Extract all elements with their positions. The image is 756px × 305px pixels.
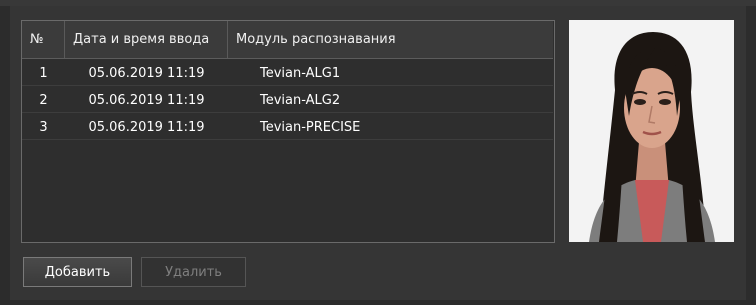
row-number: 1	[39, 66, 48, 81]
row-number: 2	[39, 93, 48, 108]
column-header-module[interactable]: Модуль распознавания	[228, 21, 554, 58]
column-header-datetime[interactable]: Дата и время ввода	[65, 21, 228, 58]
row-datetime: 05.06.2019 11:19	[88, 93, 205, 108]
row-module: Tevian-ALG1	[260, 66, 341, 81]
row-module: Tevian-PRECISE	[260, 120, 361, 135]
delete-button: Удалить	[141, 257, 246, 287]
row-number: 3	[39, 120, 48, 135]
templates-table: № Дата и время ввода Модуль распознавани…	[21, 20, 555, 243]
column-header-number[interactable]: №	[22, 21, 65, 58]
row-datetime: 05.06.2019 11:19	[88, 66, 205, 81]
face-photo	[569, 20, 734, 242]
table-row[interactable]: 1 05.06.2019 11:19 Tevian-ALG1	[22, 62, 553, 86]
face-photo-icon	[569, 20, 734, 242]
table-row[interactable]: 2 05.06.2019 11:19 Tevian-ALG2	[22, 89, 553, 113]
table-row[interactable]: 3 05.06.2019 11:19 Tevian-PRECISE	[22, 116, 553, 140]
row-datetime: 05.06.2019 11:19	[88, 120, 205, 135]
row-module: Tevian-ALG2	[260, 93, 341, 108]
table-header: № Дата и время ввода Модуль распознавани…	[22, 21, 553, 59]
add-button[interactable]: Добавить	[23, 257, 132, 287]
